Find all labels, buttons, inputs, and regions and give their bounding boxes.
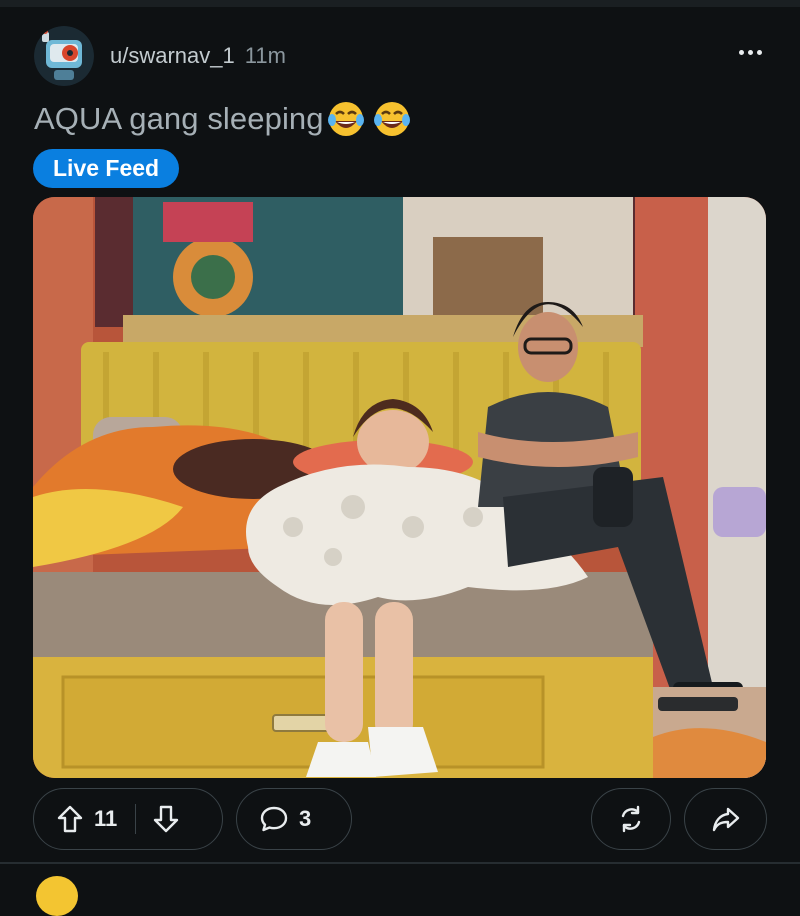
more-dot [756,49,762,55]
post-meta: u/swarnav_1 11m [110,41,286,71]
vote-bar: 11 [33,788,223,850]
share-button[interactable] [684,788,767,850]
post-divider [0,862,800,864]
flair-badge[interactable]: Live Feed [33,149,180,188]
post-time: 11m [244,43,286,68]
comment-count: 3 [299,806,312,831]
more-horizontal-icon [738,49,744,55]
more-options-button[interactable] [730,37,770,67]
face-with-tears-of-joy-icon [373,102,410,136]
post-card[interactable]: u/swarnav_1 11m AQUA gang sleeping Live [0,7,800,863]
next-post-avatar[interactable] [36,876,78,916]
top-divider [0,0,800,7]
upvote-count: 11 [94,806,118,831]
vote-divider [135,804,137,834]
comment-bubble-icon [260,806,288,832]
post-image-illustration [33,197,766,778]
comments-button[interactable]: 3 [236,788,352,850]
username[interactable]: u/swarnav_1 [110,43,235,69]
post-actions: 11 3 [0,787,800,853]
arrow-up-icon[interactable] [56,804,84,834]
post-image[interactable] [33,197,766,778]
share-arrow-icon [712,807,739,832]
robot-avatar-icon [34,26,94,86]
avatar[interactable] [34,26,94,86]
post-title-text: AQUA gang sleeping [34,101,324,136]
post-title[interactable]: AQUA gang sleeping [34,99,412,139]
award-button[interactable] [591,788,671,850]
refresh-award-icon [621,805,641,833]
more-dot [747,49,753,55]
arrow-down-icon[interactable] [152,804,180,834]
face-with-tears-of-joy-icon [327,102,364,136]
